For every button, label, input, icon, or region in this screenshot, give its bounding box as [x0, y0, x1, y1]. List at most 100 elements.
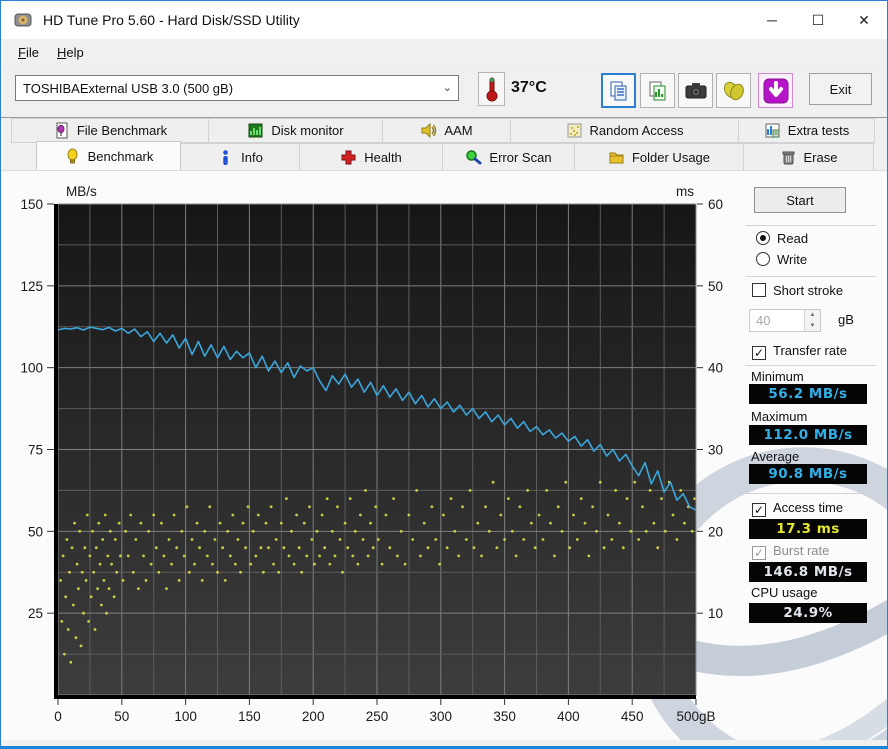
- access-time-checkbox[interactable]: ✓ Access time: [752, 500, 843, 517]
- disk-monitor-icon: [248, 123, 263, 138]
- random-access-icon: [567, 123, 582, 138]
- svg-text:350: 350: [493, 709, 516, 724]
- tab-folder-usage[interactable]: Folder Usage: [574, 143, 744, 170]
- copy-results-button[interactable]: [601, 73, 636, 108]
- burst-rate-value: 146.8 MB/s: [749, 562, 867, 582]
- arrow-up-icon: ▲: [805, 310, 820, 321]
- file-benchmark-icon: [56, 122, 68, 139]
- checkbox-checked-icon: ✓: [752, 346, 766, 360]
- checkbox-checked-icon: ✓: [752, 503, 766, 517]
- app-window: HD Tune Pro 5.60 - Hard Disk/SSD Utility…: [0, 0, 888, 749]
- toolbar: TOSHIBAExternal USB 3.0 (500 gB) ⌄ 37°C: [1, 66, 887, 118]
- svg-text:100: 100: [20, 361, 43, 376]
- svg-text:0: 0: [54, 709, 62, 724]
- svg-text:10: 10: [708, 606, 723, 621]
- svg-text:50: 50: [114, 709, 129, 724]
- cpu-usage-value: 24.9%: [749, 603, 867, 623]
- copy-results-icon: [610, 81, 626, 100]
- maximize-button[interactable]: ☐: [795, 1, 841, 39]
- transfer-rate-checkbox[interactable]: ✓ Transfer rate: [752, 343, 847, 360]
- start-button[interactable]: Start: [754, 187, 846, 213]
- checkbox-empty-icon: [752, 283, 766, 297]
- svg-text:60: 60: [708, 197, 723, 212]
- radio-icon: [756, 252, 770, 266]
- chevron-down-icon: ⌄: [442, 82, 452, 94]
- thermometer-icon: [486, 77, 497, 102]
- drive-select-dropdown[interactable]: TOSHIBAExternal USB 3.0 (500 gB) ⌄: [15, 75, 459, 101]
- svg-text:25: 25: [28, 606, 43, 621]
- tab-extra-tests[interactable]: Extra tests: [738, 118, 875, 143]
- svg-text:MB/s: MB/s: [66, 184, 97, 199]
- hd-tune-app-icon: [14, 13, 32, 27]
- svg-text:400: 400: [557, 709, 580, 724]
- divider: [746, 365, 876, 366]
- gloves-icon: [723, 81, 744, 100]
- burst-rate-checkbox[interactable]: ✓ Burst rate: [752, 543, 829, 560]
- svg-text:250: 250: [366, 709, 389, 724]
- svg-text:75: 75: [28, 443, 43, 458]
- tab-aam[interactable]: AAM: [382, 118, 511, 143]
- tab-info[interactable]: Info: [180, 143, 300, 170]
- maximum-label: Maximum: [751, 409, 808, 424]
- save-download-icon: [763, 78, 788, 103]
- benchmark-bulb-icon: [67, 148, 78, 163]
- aam-speaker-icon: [421, 122, 437, 139]
- capacity-stepper[interactable]: 40 ▲ ▼: [749, 309, 821, 332]
- svg-text:450: 450: [621, 709, 644, 724]
- minimum-value: 56.2 MB/s: [749, 384, 867, 404]
- svg-text:150: 150: [20, 197, 43, 212]
- health-cross-icon: [341, 150, 356, 164]
- tab-benchmark[interactable]: Benchmark: [36, 141, 181, 170]
- svg-text:125: 125: [20, 279, 43, 294]
- screenshot-button[interactable]: [678, 73, 713, 108]
- read-radio[interactable]: Read: [756, 231, 808, 246]
- average-label: Average: [751, 449, 800, 464]
- svg-text:500gB: 500gB: [676, 709, 715, 724]
- tab-random-access[interactable]: Random Access: [510, 118, 739, 143]
- radio-selected-icon: [756, 231, 770, 245]
- divider: [746, 276, 876, 277]
- menu-file[interactable]: File: [9, 41, 48, 64]
- tab-file-benchmark[interactable]: File Benchmark: [11, 118, 209, 143]
- tab-health[interactable]: Health: [299, 143, 443, 170]
- close-button[interactable]: ✕: [841, 1, 887, 39]
- svg-text:150: 150: [238, 709, 261, 724]
- access-time-value: 17.3 ms: [749, 519, 867, 539]
- exit-button[interactable]: Exit: [809, 73, 872, 105]
- svg-text:100: 100: [174, 709, 197, 724]
- write-radio[interactable]: Write: [756, 252, 807, 267]
- benchmark-side-panel: Start Read Write Short stroke 40 ▲ ▼ gB ✓…: [746, 171, 879, 740]
- info-icon: [223, 149, 228, 165]
- error-scan-magnifier-icon: [466, 149, 482, 164]
- checkbox-checked-disabled-icon: ✓: [752, 546, 766, 560]
- tab-disk-monitor[interactable]: Disk monitor: [208, 118, 383, 143]
- svg-text:30: 30: [708, 443, 723, 458]
- temperature-button[interactable]: [478, 72, 505, 106]
- camera-icon: [685, 82, 706, 98]
- svg-text:ms: ms: [676, 184, 694, 199]
- title-bar[interactable]: HD Tune Pro 5.60 - Hard Disk/SSD Utility…: [1, 1, 887, 39]
- svg-text:50: 50: [708, 279, 723, 294]
- gloves-button[interactable]: [716, 73, 751, 108]
- svg-text:50: 50: [28, 524, 43, 539]
- stepper-arrows[interactable]: ▲ ▼: [804, 310, 820, 331]
- cpu-usage-label: CPU usage: [751, 585, 818, 600]
- svg-text:200: 200: [302, 709, 325, 724]
- average-value: 90.8 MB/s: [749, 464, 867, 484]
- drive-select-value: TOSHIBAExternal USB 3.0 (500 gB): [23, 80, 234, 96]
- tab-erase[interactable]: Erase: [743, 143, 874, 170]
- folder-usage-icon: [609, 152, 624, 163]
- capacity-unit: gB: [838, 312, 854, 327]
- divider: [746, 493, 876, 494]
- copy-compare-button[interactable]: [640, 73, 675, 108]
- erase-trash-icon: [782, 151, 795, 164]
- minimize-button[interactable]: ─: [749, 1, 795, 39]
- svg-text:20: 20: [708, 524, 723, 539]
- save-download-button[interactable]: [758, 73, 793, 108]
- extra-tests-icon: [765, 123, 780, 138]
- menu-help[interactable]: Help: [48, 41, 93, 64]
- short-stroke-checkbox[interactable]: Short stroke: [752, 283, 843, 298]
- minimum-label: Minimum: [751, 369, 804, 384]
- temperature-value: 37°C: [511, 79, 547, 96]
- tab-error-scan[interactable]: Error Scan: [442, 143, 575, 170]
